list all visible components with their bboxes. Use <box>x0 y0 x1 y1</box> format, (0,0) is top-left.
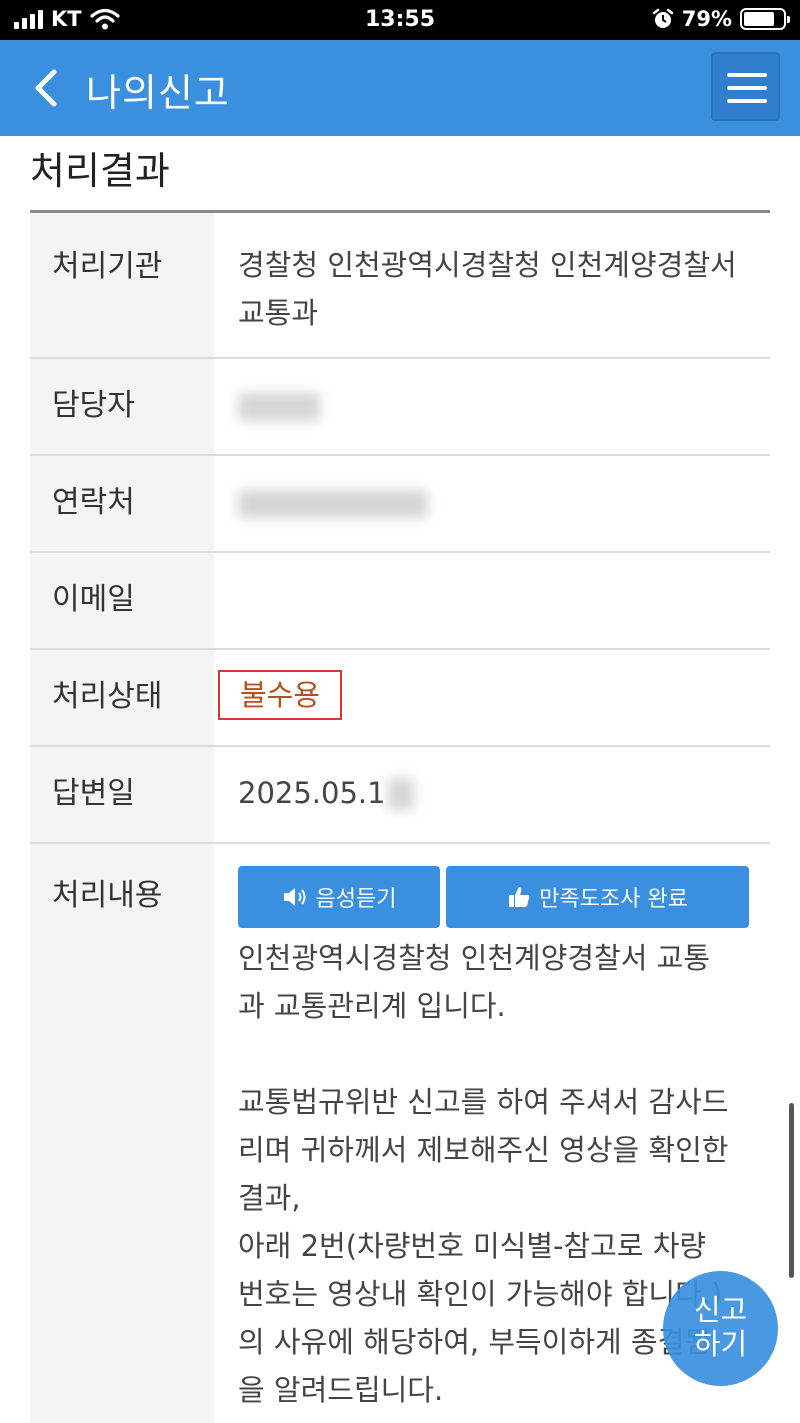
menu-icon <box>727 73 767 77</box>
battery-percent: 79% <box>681 7 732 31</box>
table-row: 처리상태 불수용 <box>30 650 770 747</box>
menu-button[interactable] <box>711 52 780 121</box>
redacted-day <box>387 777 414 810</box>
contact-value <box>214 456 770 551</box>
answer-date-label: 답변일 <box>30 747 214 842</box>
table-row: 답변일 2025.05.1 <box>30 747 770 844</box>
status-value-cell: 불수용 <box>214 650 770 745</box>
section-title: 처리결과 <box>30 149 170 193</box>
answer-date-cell: 2025.05.1 <box>214 747 770 842</box>
content-actions: 음성듣기 만족도조사 완료 <box>238 866 750 928</box>
redacted-phone <box>238 490 428 518</box>
status-right: 79% <box>652 7 790 31</box>
agency-label: 처리기관 <box>30 213 214 357</box>
status-badge: 불수용 <box>218 670 343 720</box>
status-bar: KT 13:55 79% <box>0 0 800 40</box>
page-title: 나의신고 <box>86 71 230 115</box>
alarm-icon <box>652 8 673 28</box>
table-row: 처리내용 음성듣기 만족도조사 완료 인천광역시경찰청 인천계양경찰서 교통 과… <box>30 844 770 1423</box>
table-row: 담당자 <box>30 359 770 456</box>
manager-label: 담당자 <box>30 359 214 454</box>
battery-icon <box>740 8 790 30</box>
email-label: 이메일 <box>30 553 214 648</box>
email-value <box>214 553 770 648</box>
menu-icon <box>727 99 767 103</box>
battery-fill <box>744 12 775 26</box>
answer-date-value: 2025.05.1 <box>238 776 386 810</box>
fab-label-line1: 신고 <box>693 1293 748 1327</box>
report-fab-button[interactable]: 신고 하기 <box>663 1271 778 1386</box>
table-row: 이메일 <box>30 553 770 650</box>
agency-value: 경찰청 인천광역시경찰청 인천계양경찰서 교통과 <box>238 248 737 330</box>
voice-button[interactable]: 음성듣기 <box>238 866 440 928</box>
result-table: 처리기관 경찰청 인천광역시경찰청 인천계양경찰서 교통과 담당자 연락처 이메… <box>30 210 770 1423</box>
scrollbar[interactable] <box>789 1103 794 1278</box>
back-icon[interactable] <box>28 66 68 110</box>
fab-label-line2: 하기 <box>693 1327 748 1361</box>
status-label: 처리상태 <box>30 650 214 745</box>
app-header: 나의신고 <box>0 40 800 136</box>
speaker-icon <box>283 888 306 906</box>
thumbs-up-icon <box>509 887 530 907</box>
menu-icon <box>727 86 767 90</box>
manager-value <box>214 359 770 454</box>
answer-date: 2025.05.1 <box>238 747 414 840</box>
table-row: 연락처 <box>30 456 770 553</box>
content-label: 처리내용 <box>30 844 214 1423</box>
contact-label: 연락처 <box>30 456 214 551</box>
redacted-name <box>238 393 320 421</box>
survey-button-label: 만족도조사 완료 <box>539 887 688 912</box>
survey-button[interactable]: 만족도조사 완료 <box>446 866 749 928</box>
voice-button-label: 음성듣기 <box>315 887 397 912</box>
table-row: 처리기관 경찰청 인천광역시경찰청 인천계양경찰서 교통과 <box>30 213 770 359</box>
